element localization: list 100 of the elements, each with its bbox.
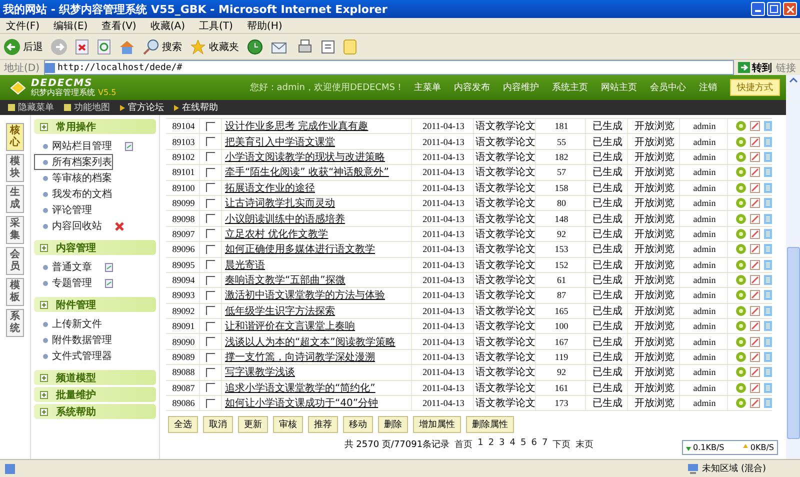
menu-link[interactable]: 功能地图 <box>64 101 110 114</box>
row-checkbox[interactable] <box>206 306 215 316</box>
edit-icon[interactable] <box>750 167 760 178</box>
side-tab[interactable]: 模板 <box>6 278 24 306</box>
row-checkbox[interactable] <box>206 383 215 392</box>
sidebar-item[interactable]: 上传新文件 <box>34 316 103 332</box>
help-link[interactable]: 在线帮助 <box>174 101 218 114</box>
article-link[interactable]: 写字课教学浅谈 <box>222 365 412 380</box>
edit-icon[interactable] <box>750 214 760 224</box>
edit-icon[interactable] <box>750 228 760 239</box>
action-button[interactable]: 删除 <box>378 416 408 434</box>
menu-link[interactable]: 隐藏菜单 <box>8 101 54 114</box>
view-icon[interactable] <box>736 214 746 224</box>
menu-group-header[interactable]: 批量维护 <box>34 387 156 402</box>
printer-icon[interactable] <box>297 38 313 54</box>
edit-icon[interactable] <box>750 244 760 254</box>
scrollbar[interactable] <box>786 75 800 459</box>
search-button[interactable]: 搜索 <box>143 38 182 54</box>
article-link[interactable]: 小议朗读训练中的语感培养 <box>222 211 412 226</box>
nav-link[interactable]: 内容维护 <box>503 81 539 94</box>
history-icon[interactable] <box>247 38 263 54</box>
view-icon[interactable] <box>736 260 746 270</box>
row-checkbox[interactable] <box>206 244 215 254</box>
article-link[interactable]: 设计作业多思考 完成作业真有趣 <box>222 119 412 134</box>
page-link[interactable]: 3 <box>499 438 505 452</box>
plus-icon[interactable] <box>40 390 48 398</box>
back-button[interactable]: 后退 <box>4 38 43 54</box>
shortcut-button[interactable]: 快捷方式 <box>730 79 780 96</box>
article-link[interactable]: 让和谐评价在文言课堂上奏响 <box>222 319 412 334</box>
article-link[interactable]: 拓展语文作业的途径 <box>222 180 412 195</box>
view-icon[interactable] <box>736 382 746 393</box>
help-link[interactable]: 官方论坛 <box>120 101 164 114</box>
row-checkbox[interactable] <box>206 398 215 408</box>
view-icon[interactable] <box>736 121 746 132</box>
side-tab[interactable]: 生成 <box>6 185 24 213</box>
article-link[interactable]: 奏响语文教学“五部曲”探微 <box>222 272 412 288</box>
row-checkbox[interactable] <box>206 137 215 146</box>
menu-group-header[interactable]: 附件管理 <box>34 297 156 312</box>
menu-group-header[interactable]: 频道模型 <box>34 370 156 385</box>
first-page-link[interactable]: 首页 <box>454 438 473 452</box>
last-page-link[interactable]: 末页 <box>576 438 594 452</box>
edit-icon[interactable] <box>750 352 760 362</box>
side-tab[interactable]: 会员 <box>6 247 24 275</box>
sidebar-item[interactable]: 所有档案列表 <box>34 154 113 170</box>
edit-icon[interactable] <box>750 382 760 393</box>
edit-icon[interactable] <box>750 260 760 270</box>
article-link[interactable]: 低年级学生识字方法探索 <box>222 304 412 318</box>
view-icon[interactable] <box>736 336 746 347</box>
edit-icon[interactable] <box>750 121 760 132</box>
row-checkbox[interactable] <box>206 152 215 162</box>
edit-icon[interactable] <box>750 398 760 408</box>
maximize-button[interactable] <box>767 2 781 16</box>
page-link[interactable]: 4 <box>510 438 516 452</box>
plus-icon[interactable] <box>40 408 48 416</box>
edit-icon[interactable] <box>750 290 760 300</box>
action-button[interactable]: 增加属性 <box>413 416 461 434</box>
sidebar-item[interactable]: 我发布的文档 <box>34 186 113 202</box>
row-checkbox[interactable] <box>206 122 215 131</box>
article-link[interactable]: 立足农村 优化作文教学 <box>222 226 412 242</box>
view-icon[interactable] <box>736 398 746 408</box>
article-link[interactable]: 浅谈以人为本的“超文本”阅读教学策略 <box>222 334 412 349</box>
page-link[interactable]: 5 <box>520 438 526 452</box>
nav-link[interactable]: 主菜单 <box>414 81 441 94</box>
menu-group-header[interactable]: 系统帮助 <box>34 404 156 419</box>
menu-item[interactable]: 编辑(E) <box>54 18 88 32</box>
view-icon[interactable] <box>736 244 746 254</box>
nav-link[interactable]: 内容发布 <box>454 81 490 94</box>
side-tab[interactable]: 模块 <box>6 154 24 182</box>
sidebar-item[interactable]: 文件式管理器 <box>34 348 113 364</box>
edit-icon[interactable] <box>750 136 760 147</box>
page-link[interactable]: 6 <box>531 438 537 452</box>
sidebar-item[interactable]: 附件数据管理 <box>34 332 113 348</box>
row-checkbox[interactable] <box>206 352 215 362</box>
view-icon[interactable] <box>736 152 746 162</box>
address-field[interactable]: http://localhost/dede/# <box>44 60 734 75</box>
home-icon[interactable] <box>119 38 135 54</box>
delete-icon[interactable] <box>115 222 124 230</box>
stop-icon[interactable] <box>75 38 89 54</box>
article-link[interactable]: 晨光寄语 <box>222 258 412 272</box>
view-icon[interactable] <box>736 275 746 286</box>
action-button[interactable]: 删除属性 <box>466 416 514 434</box>
view-icon[interactable] <box>736 352 746 362</box>
row-checkbox[interactable] <box>206 168 215 177</box>
edit-icon[interactable] <box>750 275 760 286</box>
side-tab[interactable]: 核心 <box>6 123 24 151</box>
action-button[interactable]: 取消 <box>203 416 233 434</box>
edit-icon[interactable] <box>750 321 760 332</box>
edit-icon[interactable] <box>750 198 760 208</box>
view-icon[interactable] <box>736 306 746 316</box>
go-button[interactable]: 转到 <box>738 60 772 74</box>
article-link[interactable]: 把美育引入中学语文课堂 <box>222 134 412 149</box>
menu-group-header[interactable]: 内容管理 <box>34 240 156 255</box>
menu-item[interactable]: 文件(F) <box>6 18 40 32</box>
plus-icon[interactable] <box>40 300 48 308</box>
document-icon[interactable] <box>105 278 113 288</box>
article-link[interactable]: 牵手“陌生化阅读” 收获“神话般意外” <box>222 165 412 180</box>
next-page-link[interactable]: 下页 <box>552 438 571 452</box>
view-icon[interactable] <box>736 321 746 332</box>
sidebar-item[interactable]: 网站栏目管理 <box>34 138 113 154</box>
article-link[interactable]: 如何正确使用多媒体进行语文教学 <box>222 242 412 257</box>
